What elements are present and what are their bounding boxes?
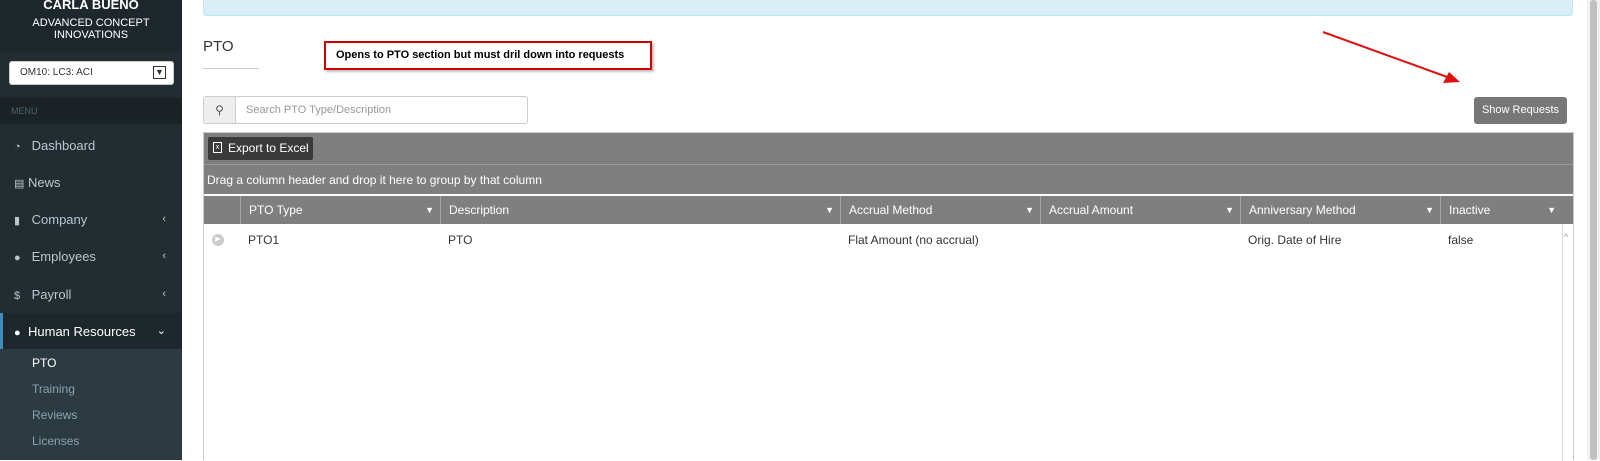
submenu-item-licenses[interactable]: Licenses bbox=[32, 434, 79, 448]
sidebar-item-label: Employees bbox=[31, 249, 96, 264]
cell-pto-type: PTO1 bbox=[248, 233, 280, 247]
cell-accrual-method: Flat Amount (no accrual) bbox=[848, 233, 979, 247]
chevron-left-icon: ‹ bbox=[162, 250, 166, 262]
sidebar-item-label: Payroll bbox=[31, 287, 72, 302]
sidebar-item-payroll[interactable]: $ Payroll ‹ bbox=[0, 276, 182, 313]
page-scrollbar[interactable] bbox=[1587, 0, 1600, 460]
chevron-up-icon[interactable]: ^ bbox=[1564, 232, 1568, 242]
annotation-arrow bbox=[1322, 31, 1460, 83]
group-by-panel[interactable]: Drag a column header and drop it here to… bbox=[204, 164, 1573, 194]
column-header-label: Description bbox=[449, 203, 510, 217]
info-alert bbox=[203, 0, 1573, 16]
chevron-down-icon[interactable]: ▼ bbox=[1225, 196, 1234, 224]
title-underline bbox=[203, 68, 259, 69]
sidebar-item-company[interactable]: ▮ Company ‹ bbox=[0, 201, 182, 238]
submenu-item-reviews[interactable]: Reviews bbox=[32, 408, 77, 422]
search-input[interactable] bbox=[236, 97, 525, 123]
column-header-accrual-amount[interactable]: Accrual Amount ▼ bbox=[1040, 196, 1240, 224]
table-row[interactable]: ▶ PTO1 PTO Flat Amount (no accrual) Orig… bbox=[204, 224, 1573, 256]
export-label: Export to Excel bbox=[228, 141, 309, 155]
page-scrollbar-thumb[interactable] bbox=[1590, 0, 1597, 460]
newspaper-icon: ▤ bbox=[14, 178, 25, 190]
chevron-down-icon[interactable]: ▼ bbox=[1547, 196, 1556, 224]
column-header-anniversary-method[interactable]: Anniversary Method ▼ bbox=[1240, 196, 1440, 224]
export-to-excel-button[interactable]: x Export to Excel bbox=[208, 137, 313, 160]
user-panel: CARLA BUENO ADVANCED CONCEPT INNOVATIONS bbox=[0, 0, 182, 52]
expand-cell[interactable]: ▶ bbox=[204, 224, 240, 256]
column-header-label: Anniversary Method bbox=[1249, 203, 1356, 217]
sidebar-item-news[interactable]: ▤ News bbox=[0, 164, 182, 201]
dashboard-icon: ◔ bbox=[14, 141, 21, 153]
company-name: ADVANCED CONCEPT INNOVATIONS bbox=[32, 17, 150, 41]
company-select[interactable]: OM10: LC3: ACI ▼ bbox=[9, 61, 174, 85]
sidebar-item-employees[interactable]: ● Employees ‹ bbox=[0, 238, 182, 275]
submenu-item-pto[interactable]: PTO bbox=[32, 356, 56, 370]
excel-icon: x bbox=[213, 142, 222, 153]
cell-anniversary-method: Orig. Date of Hire bbox=[1248, 233, 1342, 247]
column-header-description[interactable]: Description ▼ bbox=[440, 196, 840, 224]
company-select-value: OM10: LC3: ACI bbox=[20, 67, 93, 78]
sidebar-item-label: News bbox=[28, 175, 61, 190]
sidebar-item-human-resources[interactable]: ● Human Resources ⌄ bbox=[0, 313, 182, 350]
column-header-label: PTO Type bbox=[249, 203, 303, 217]
pto-grid: x Export to Excel Drag a column header a… bbox=[203, 132, 1574, 461]
user-name: CARLA BUENO bbox=[43, 0, 139, 12]
column-header-label: Inactive bbox=[1449, 203, 1491, 217]
column-header-inactive[interactable]: Inactive ▼ bbox=[1440, 196, 1562, 224]
chevron-down-icon[interactable]: ▼ bbox=[1425, 196, 1434, 224]
chevron-down-icon: ⌄ bbox=[156, 325, 166, 337]
user-icon: ● bbox=[14, 252, 21, 264]
menu-header: MENU bbox=[0, 98, 182, 124]
grid-scrollbar[interactable]: ^ bbox=[1562, 224, 1573, 461]
cell-description: PTO bbox=[448, 233, 473, 247]
chevron-down-icon[interactable]: ▼ bbox=[153, 66, 166, 79]
page-title: PTO bbox=[203, 38, 234, 55]
sidebar: CARLA BUENO ADVANCED CONCEPT INNOVATIONS… bbox=[0, 0, 182, 460]
column-header-label: Accrual Amount bbox=[1049, 203, 1134, 217]
dollar-icon: $ bbox=[14, 290, 21, 302]
search-box: ⚲ bbox=[203, 96, 528, 124]
cell-accrual-amount bbox=[1040, 224, 1240, 256]
sidebar-item-dashboard[interactable]: ◔ Dashboard bbox=[0, 127, 182, 164]
expand-row-icon[interactable]: ▶ bbox=[212, 234, 224, 246]
column-header-accrual-method[interactable]: Accrual Method ▼ bbox=[840, 196, 1040, 224]
sidebar-item-label: Dashboard bbox=[31, 138, 96, 153]
column-header-pto-type[interactable]: PTO Type ▼ bbox=[240, 196, 440, 224]
chevron-down-icon[interactable]: ▼ bbox=[825, 196, 834, 224]
chevron-left-icon: ‹ bbox=[162, 213, 166, 225]
grid-toolbar: x Export to Excel bbox=[204, 133, 1573, 164]
expand-column-header bbox=[204, 196, 240, 224]
show-requests-button[interactable]: Show Requests bbox=[1474, 97, 1567, 124]
chevron-left-icon: ‹ bbox=[162, 288, 166, 300]
submenu-item-training[interactable]: Training bbox=[32, 382, 75, 396]
hr-submenu: PTO Training Reviews Licenses bbox=[0, 349, 182, 460]
chevron-down-icon[interactable]: ▼ bbox=[425, 196, 434, 224]
search-icon[interactable]: ⚲ bbox=[204, 97, 236, 123]
annotation-callout: Opens to PTO section but must dril down … bbox=[324, 41, 652, 70]
chevron-down-icon[interactable]: ▼ bbox=[1025, 196, 1034, 224]
sidebar-item-label: Company bbox=[31, 212, 88, 227]
grid-header-row: PTO Type ▼ Description ▼ Accrual Method ▼ A… bbox=[204, 196, 1573, 224]
building-icon: ▮ bbox=[14, 215, 21, 227]
column-header-label: Accrual Method bbox=[849, 203, 933, 217]
users-icon: ● bbox=[14, 327, 21, 339]
sidebar-item-label: Human Resources bbox=[28, 324, 136, 339]
cell-inactive: false bbox=[1448, 233, 1474, 247]
